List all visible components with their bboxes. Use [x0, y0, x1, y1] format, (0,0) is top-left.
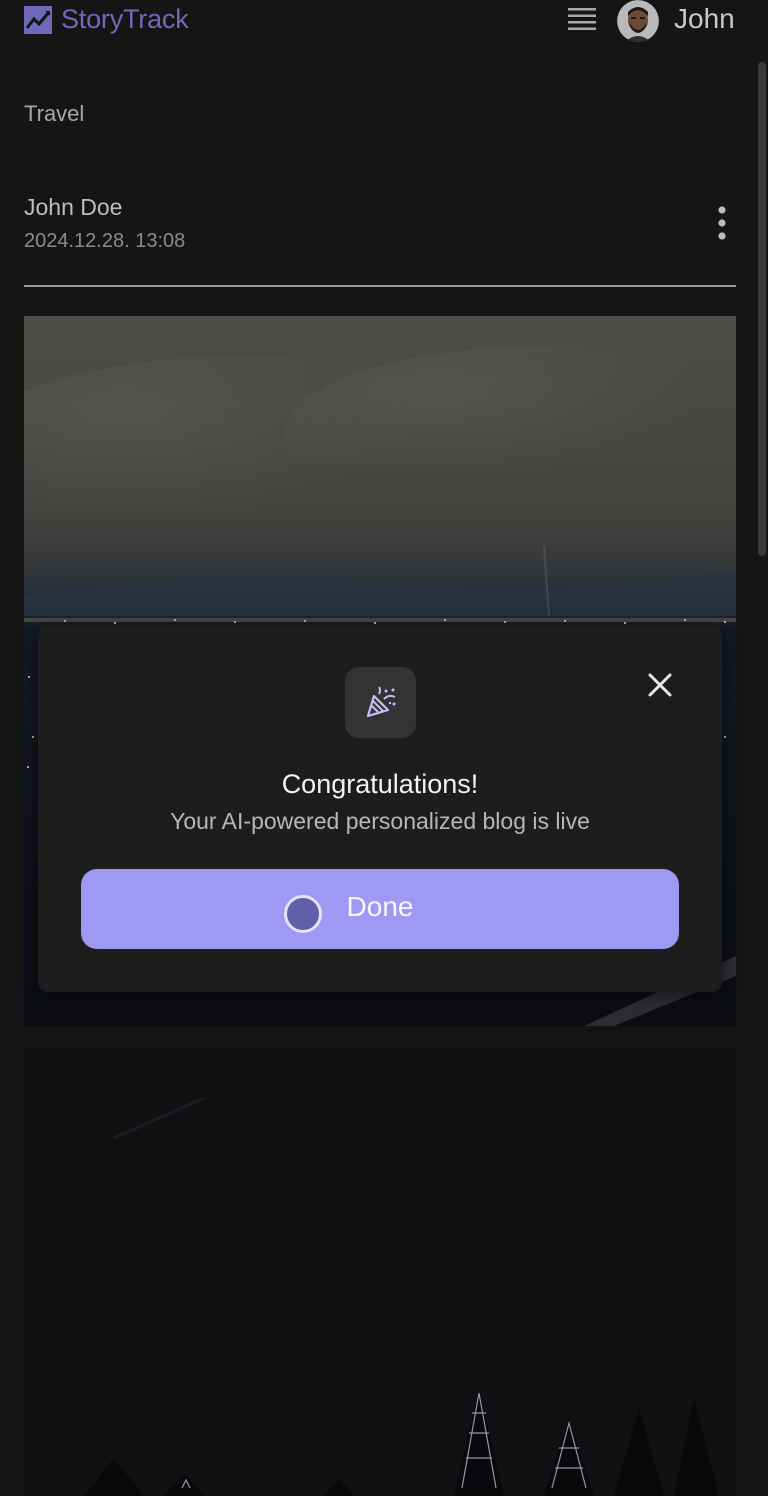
modal-subtitle: Your AI-powered personalized blog is liv… [170, 808, 590, 834]
avatar-image [617, 0, 659, 42]
modal-title: Congratulations! [281, 769, 479, 799]
hamburger-menu-button[interactable] [566, 5, 598, 33]
logo-icon [24, 5, 52, 34]
post-category[interactable]: Travel [24, 101, 84, 127]
divider [24, 285, 736, 287]
top-bar: StoryTrack John [0, 0, 768, 42]
done-button[interactable]: Done [81, 869, 679, 949]
post-photo-trees-night[interactable] [24, 1048, 736, 1496]
close-button[interactable] [647, 672, 673, 698]
user-name[interactable]: John [674, 3, 735, 35]
app-name: StoryTrack [61, 4, 189, 34]
close-icon [648, 673, 672, 697]
app-logo[interactable]: StoryTrack [24, 4, 189, 35]
modal-icon-badge [345, 667, 416, 738]
post-date: 2024.12.28. 13:08 [24, 230, 186, 252]
party-popper-icon [366, 685, 395, 717]
hamburger-icon [568, 8, 596, 30]
more-options-button[interactable] [708, 203, 736, 245]
scrollbar-thumb[interactable] [758, 62, 766, 556]
avatar[interactable] [617, 0, 659, 42]
post-author: John Doe [24, 194, 123, 220]
done-button-label: Done [346, 891, 414, 922]
success-modal: Congratulations! Your AI-powered persona… [38, 625, 722, 992]
trees-night-photo [24, 1048, 736, 1496]
more-vertical-icon [718, 206, 726, 240]
